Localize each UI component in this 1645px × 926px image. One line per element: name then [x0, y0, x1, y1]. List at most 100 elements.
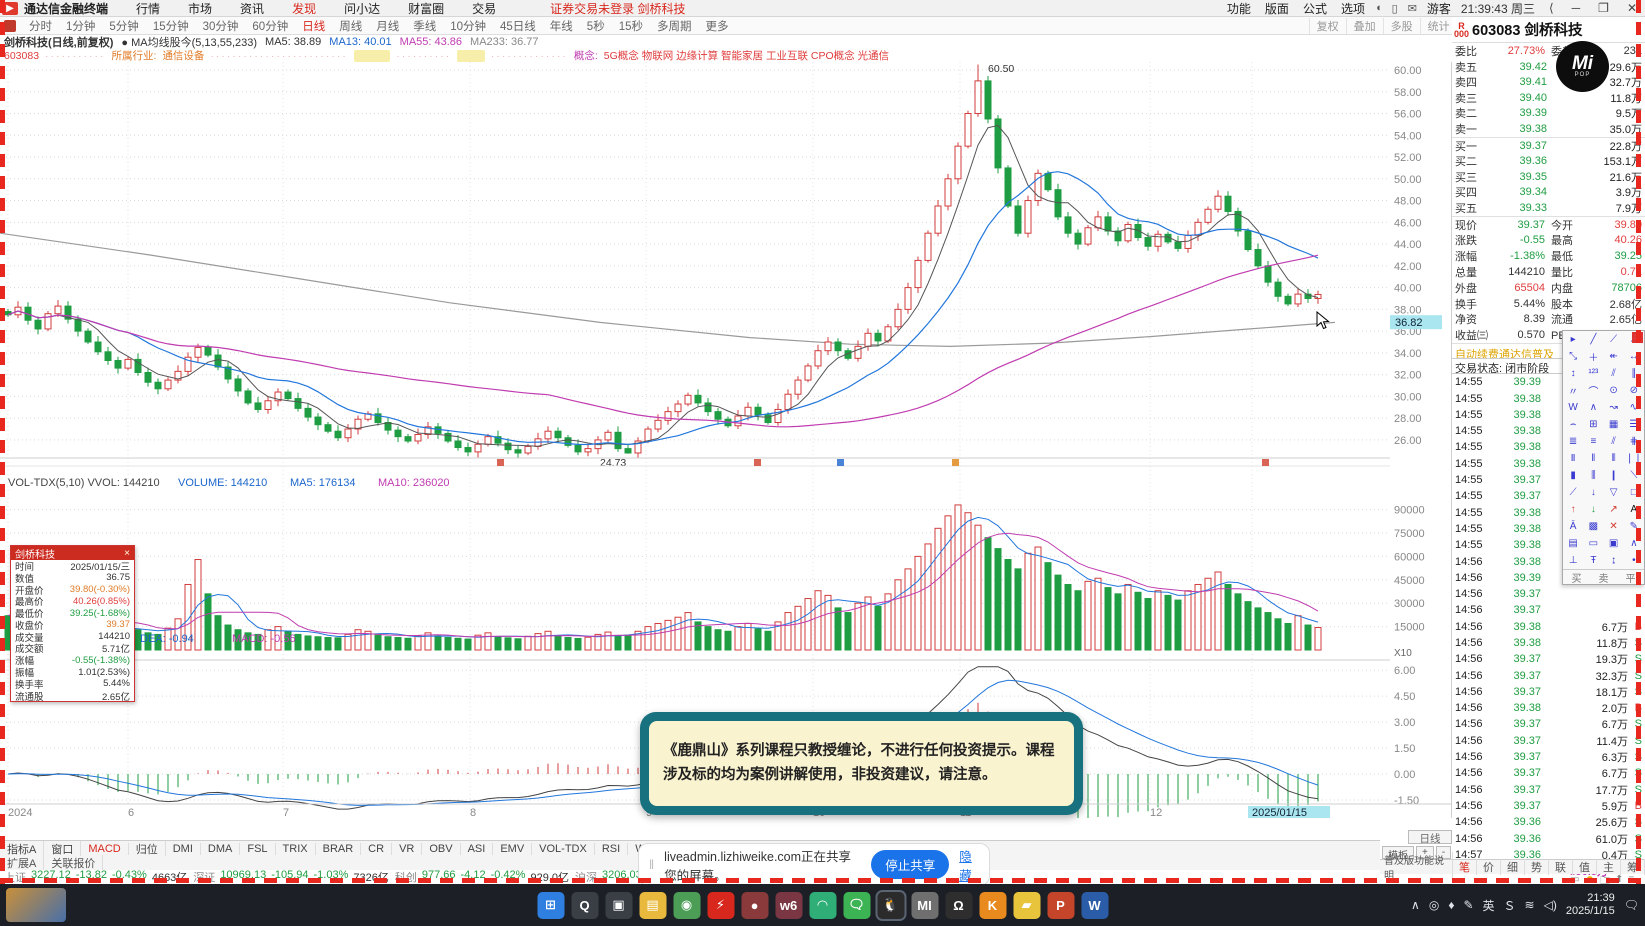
time-sales-row[interactable]: 14:5639.3661.0万S [1452, 830, 1645, 846]
draw-tool-10[interactable]: ⫽ [1604, 365, 1624, 382]
strip-tab-值[interactable]: 值 [1573, 859, 1597, 875]
period-季线[interactable]: 季线 [406, 18, 443, 34]
tool-叠加[interactable]: 叠加 [1345, 17, 1383, 34]
time-sales-row[interactable]: 14:5639.3711.4万S [1452, 733, 1645, 749]
ask-row[interactable]: 卖五 39.42 29.6万 [1452, 59, 1645, 75]
time-sales-row[interactable]: 14:5639.376.7万S [1452, 765, 1645, 781]
time-sales-row[interactable]: 14:5639.376.7万S [1452, 716, 1645, 732]
tray-icon-6[interactable]: ≋ [1525, 898, 1535, 912]
draw-tool-20[interactable]: ⌢ [1563, 416, 1583, 433]
period-更多[interactable]: 更多 [699, 18, 736, 34]
strip-tab-笔[interactable]: 笔 [1453, 859, 1477, 875]
draw-tool-36[interactable]: ⟋ [1563, 484, 1583, 501]
tray-icon-5[interactable]: Ｓ [1504, 897, 1516, 914]
draw-tool-45[interactable]: ▩ [1583, 518, 1603, 535]
concept-list[interactable]: 5G概念 物联网 边缘计算 智能家居 工业互联 CPO概念 光通信 [604, 48, 889, 63]
industry-value[interactable]: 通信设备 [162, 48, 204, 63]
taskbar-ppt-icon[interactable]: P [1047, 891, 1074, 919]
period-10分钟[interactable]: 10分钟 [443, 18, 493, 34]
period-多周期[interactable]: 多周期 [650, 18, 699, 34]
taskbar-word-icon[interactable]: W [1081, 891, 1108, 919]
strip-tab-价[interactable]: 价 [1477, 859, 1501, 875]
taskbar-notes-icon[interactable]: ▰ [1013, 891, 1040, 919]
tab-VR[interactable]: VR [392, 842, 423, 855]
draw-tool-8[interactable]: ↕ [1563, 365, 1583, 382]
drag-handle-icon[interactable]: ‖ [649, 858, 654, 872]
bid-row[interactable]: 买四 39.34 3.9万 [1452, 185, 1645, 201]
tab-归位[interactable]: 归位 [129, 840, 166, 857]
tab-RSI[interactable]: RSI [595, 842, 629, 855]
draw-tool-30[interactable]: ⫴ [1604, 450, 1624, 467]
period-15分钟[interactable]: 15分钟 [146, 18, 196, 34]
taskbar-cam-icon[interactable]: Ω [945, 891, 972, 919]
menu-item-发现[interactable]: 发现 [278, 0, 330, 17]
taskbar-start-icon[interactable]: ⊞ [537, 891, 564, 919]
period-月线[interactable]: 月线 [369, 18, 406, 34]
draw-tool-34[interactable]: ❙ [1604, 467, 1624, 484]
draw-tool-29[interactable]: ‖ [1583, 450, 1603, 467]
draw-tool-38[interactable]: ▽ [1604, 484, 1624, 501]
menu-item-行情[interactable]: 行情 [122, 0, 174, 17]
time-sales-row[interactable]: 14:5639.382.0万B [1452, 700, 1645, 716]
menu-公式[interactable]: 公式 [1303, 0, 1327, 17]
draw-tool-25[interactable]: ≡ [1583, 433, 1603, 450]
period-5分钟[interactable]: 5分钟 [102, 18, 145, 34]
tab-FSL[interactable]: FSL [240, 842, 276, 855]
draw-tool-54[interactable]: ↨ [1604, 552, 1624, 569]
period-5秒[interactable]: 5秒 [580, 18, 612, 34]
chart-mode-icon[interactable] [4, 19, 16, 32]
period-年线[interactable]: 年线 [543, 18, 580, 34]
draw-tool-24[interactable]: ≣ [1563, 433, 1583, 450]
bid-row[interactable]: 买二 39.36 153.1万 [1452, 153, 1645, 169]
draw-tool-17[interactable]: ∧ [1583, 399, 1603, 416]
strip-tab-细[interactable]: 细 [1501, 859, 1525, 875]
time-sales-row[interactable]: 14:56 39.37 [1452, 586, 1645, 602]
tab-DMA[interactable]: DMA [201, 842, 241, 855]
time-sales-row[interactable]: 14:5639.376.3万S [1452, 749, 1645, 765]
draw-tool-22[interactable]: ▦ [1604, 416, 1624, 433]
weather-widget[interactable] [6, 888, 66, 922]
time-sales-row[interactable]: 14:5639.3625.6万S [1452, 814, 1645, 830]
tray-clock[interactable]: 21:39 2025/1/15 [1566, 892, 1615, 918]
draw-tool-44[interactable]: Ā [1563, 518, 1583, 535]
tab-BRAR[interactable]: BRAR [316, 842, 362, 855]
time-sales-row[interactable]: 14:5639.375.9万B [1452, 798, 1645, 814]
menu-item-问小达[interactable]: 问小达 [330, 0, 394, 17]
period-selector-dayline[interactable]: 日线 [1408, 830, 1452, 845]
time-sales-row[interactable]: 14:56 39.37 [1452, 602, 1645, 618]
palette-卖[interactable]: 卖 [1590, 570, 1617, 585]
draw-tool-16[interactable]: W [1563, 399, 1583, 416]
draw-tool-50[interactable]: ▣ [1604, 535, 1624, 552]
palette-买[interactable]: 买 [1563, 570, 1590, 585]
menu-版面[interactable]: 版面 [1265, 0, 1289, 17]
tray-icon-0[interactable]: ∧ [1411, 898, 1420, 912]
time-sales-row[interactable]: 14:5639.3811.8万S [1452, 635, 1645, 651]
bid-row[interactable]: 买五 39.33 7.9万 [1452, 200, 1645, 216]
draw-tool-53[interactable]: Ŧ [1583, 552, 1603, 569]
period-日线[interactable]: 日线 [295, 18, 332, 34]
collapse-button[interactable]: ⟨ [1545, 1, 1558, 15]
strip-tab-主[interactable]: 主 [1597, 859, 1621, 875]
menu-item-财富圈[interactable]: 财富圈 [394, 0, 458, 17]
strip-tab-筹[interactable]: 筹 [1621, 859, 1645, 875]
ask-row[interactable]: 卖四 39.41 32.7万 [1452, 74, 1645, 90]
ext-tab-扩展A[interactable]: 扩展A [0, 855, 45, 871]
taskbar-wechat-icon[interactable]: 🗨 [843, 891, 870, 919]
draw-tool-28[interactable]: Ⅱ [1563, 450, 1583, 467]
tray-icon-7[interactable]: ◁) [1544, 898, 1557, 912]
ext-tab-关联报价[interactable]: 关联报价 [44, 855, 104, 871]
draw-tool-14[interactable]: ⊙ [1604, 382, 1624, 399]
popup-close-icon[interactable]: × [124, 548, 130, 559]
draw-tool-4[interactable]: ⤡ [1563, 348, 1583, 365]
time-sales-row[interactable]: 14:5639.386.7万B [1452, 619, 1645, 635]
menu-item-资讯[interactable]: 资讯 [226, 0, 278, 17]
tray-icon-2[interactable]: ♦ [1448, 898, 1454, 912]
popup-header[interactable]: 剑桥科技 × [11, 546, 134, 561]
draw-tool-40[interactable]: ↑ [1563, 501, 1583, 518]
period-45日线[interactable]: 45日线 [493, 18, 543, 34]
time-sales-row[interactable]: 14:5639.3718.1万S [1452, 684, 1645, 700]
ask-row[interactable]: 卖三 39.40 11.8万 [1452, 90, 1645, 106]
draw-tool-1[interactable]: ╱ [1583, 331, 1603, 348]
tray-notifications-icon[interactable]: 🗨 [1624, 898, 1639, 912]
tool-复权[interactable]: 复权 [1308, 17, 1346, 34]
